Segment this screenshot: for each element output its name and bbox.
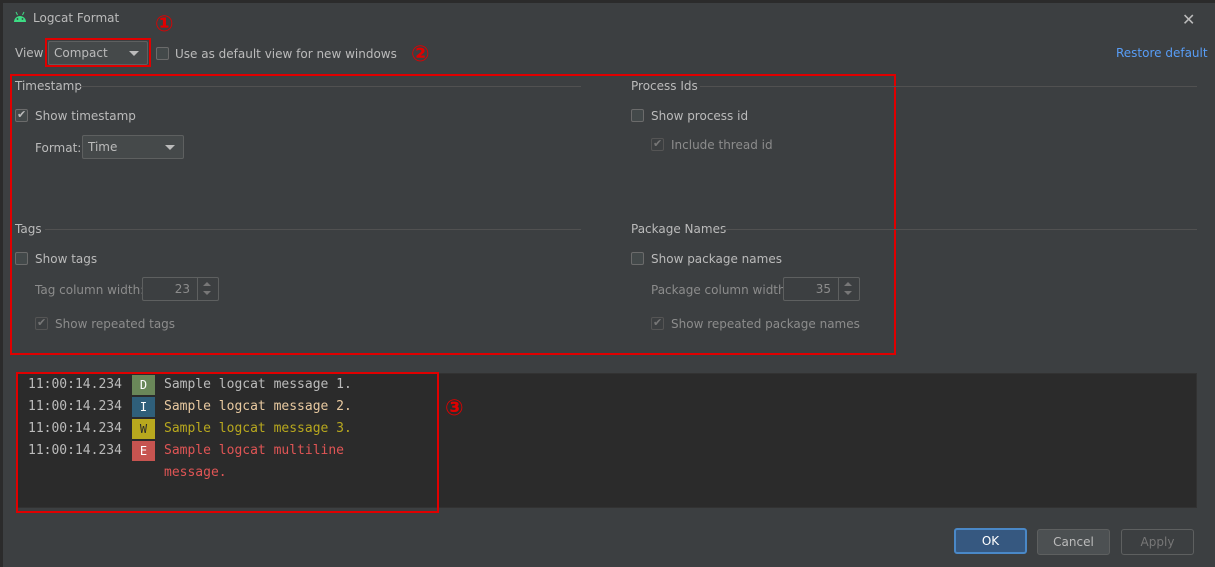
annotation-box-2	[10, 74, 896, 355]
tag-column-width-label: Tag column width:	[35, 283, 145, 297]
annotation-marker-1: ①	[155, 12, 174, 37]
chevron-up-icon	[203, 282, 211, 286]
tag-column-width-value: 23	[174, 282, 190, 296]
package-names-separator	[722, 229, 1197, 230]
default-view-checkbox[interactable]	[156, 47, 169, 60]
chevron-down-icon	[844, 291, 852, 295]
restore-default-link[interactable]: Restore default	[1116, 46, 1208, 60]
format-label: Format:	[35, 141, 82, 155]
tag-column-width-spinner[interactable]: 23	[142, 277, 219, 301]
include-thread-id-label: Include thread id	[671, 138, 773, 152]
show-tags-checkbox[interactable]	[15, 252, 28, 265]
log-level-error: E	[132, 441, 155, 461]
process-ids-section-title: Process Ids	[631, 79, 698, 93]
package-names-section-title: Package Names	[631, 222, 727, 236]
annotation-box-1	[45, 38, 151, 67]
log-level-info: I	[132, 397, 155, 417]
log-message-continuation: message.	[164, 465, 227, 480]
show-timestamp-checkbox[interactable]	[15, 108, 28, 122]
show-package-names-checkbox[interactable]	[631, 252, 644, 265]
cancel-button[interactable]: Cancel	[1037, 529, 1110, 555]
include-thread-id-checkbox[interactable]	[651, 137, 664, 151]
title-bar: Logcat Format ✕	[3, 3, 1212, 31]
tags-section-title: Tags	[15, 222, 42, 236]
chevron-down-icon	[203, 291, 211, 295]
window-left-edge	[0, 0, 3, 567]
spinner-buttons[interactable]	[838, 278, 859, 300]
apply-button[interactable]: Apply	[1121, 529, 1194, 555]
log-message: Sample logcat message 2.	[164, 399, 352, 414]
annotation-marker-3: ③	[445, 396, 464, 421]
timestamp-format-value: Time	[88, 140, 118, 154]
default-view-label: Use as default view for new windows	[175, 47, 397, 61]
show-repeated-tags-checkbox[interactable]	[35, 316, 48, 330]
log-message: Sample logcat message 1.	[164, 377, 352, 392]
show-timestamp-label: Show timestamp	[35, 109, 136, 123]
process-ids-separator	[700, 86, 1197, 87]
view-label: View	[15, 46, 44, 60]
chevron-up-icon	[844, 282, 852, 286]
show-repeated-tags-label: Show repeated tags	[55, 317, 176, 331]
show-process-id-label: Show process id	[651, 109, 749, 123]
show-repeated-package-names-label: Show repeated package names	[671, 317, 860, 331]
spinner-buttons[interactable]	[197, 278, 218, 300]
show-package-names-label: Show package names	[651, 252, 782, 266]
dialog-title: Logcat Format	[33, 11, 120, 25]
timestamp-separator	[80, 86, 581, 87]
show-process-id-checkbox[interactable]	[631, 109, 644, 122]
package-column-width-value: 35	[815, 282, 831, 296]
show-tags-label: Show tags	[35, 252, 98, 266]
android-icon	[14, 11, 26, 22]
timestamp-section-title: Timestamp	[15, 79, 82, 93]
package-column-width-spinner[interactable]: 35	[783, 277, 860, 301]
log-level-debug: D	[132, 375, 155, 395]
show-repeated-package-names-checkbox[interactable]	[651, 316, 664, 330]
timestamp-format-combo[interactable]: Time	[82, 135, 184, 159]
log-time: 11:00:14.234	[28, 443, 122, 458]
log-message: Sample logcat message 3.	[164, 421, 352, 436]
ok-button[interactable]: OK	[954, 528, 1027, 554]
annotation-marker-2: ②	[411, 42, 430, 67]
log-message: Sample logcat multiline	[164, 443, 345, 458]
tags-separator	[45, 229, 581, 230]
log-time: 11:00:14.234	[28, 399, 122, 414]
close-icon[interactable]: ✕	[1182, 10, 1195, 29]
chevron-down-icon	[165, 145, 175, 150]
log-time: 11:00:14.234	[28, 377, 122, 392]
log-time: 11:00:14.234	[28, 421, 122, 436]
package-column-width-label: Package column width:	[651, 283, 790, 297]
log-level-warn: W	[132, 419, 155, 439]
